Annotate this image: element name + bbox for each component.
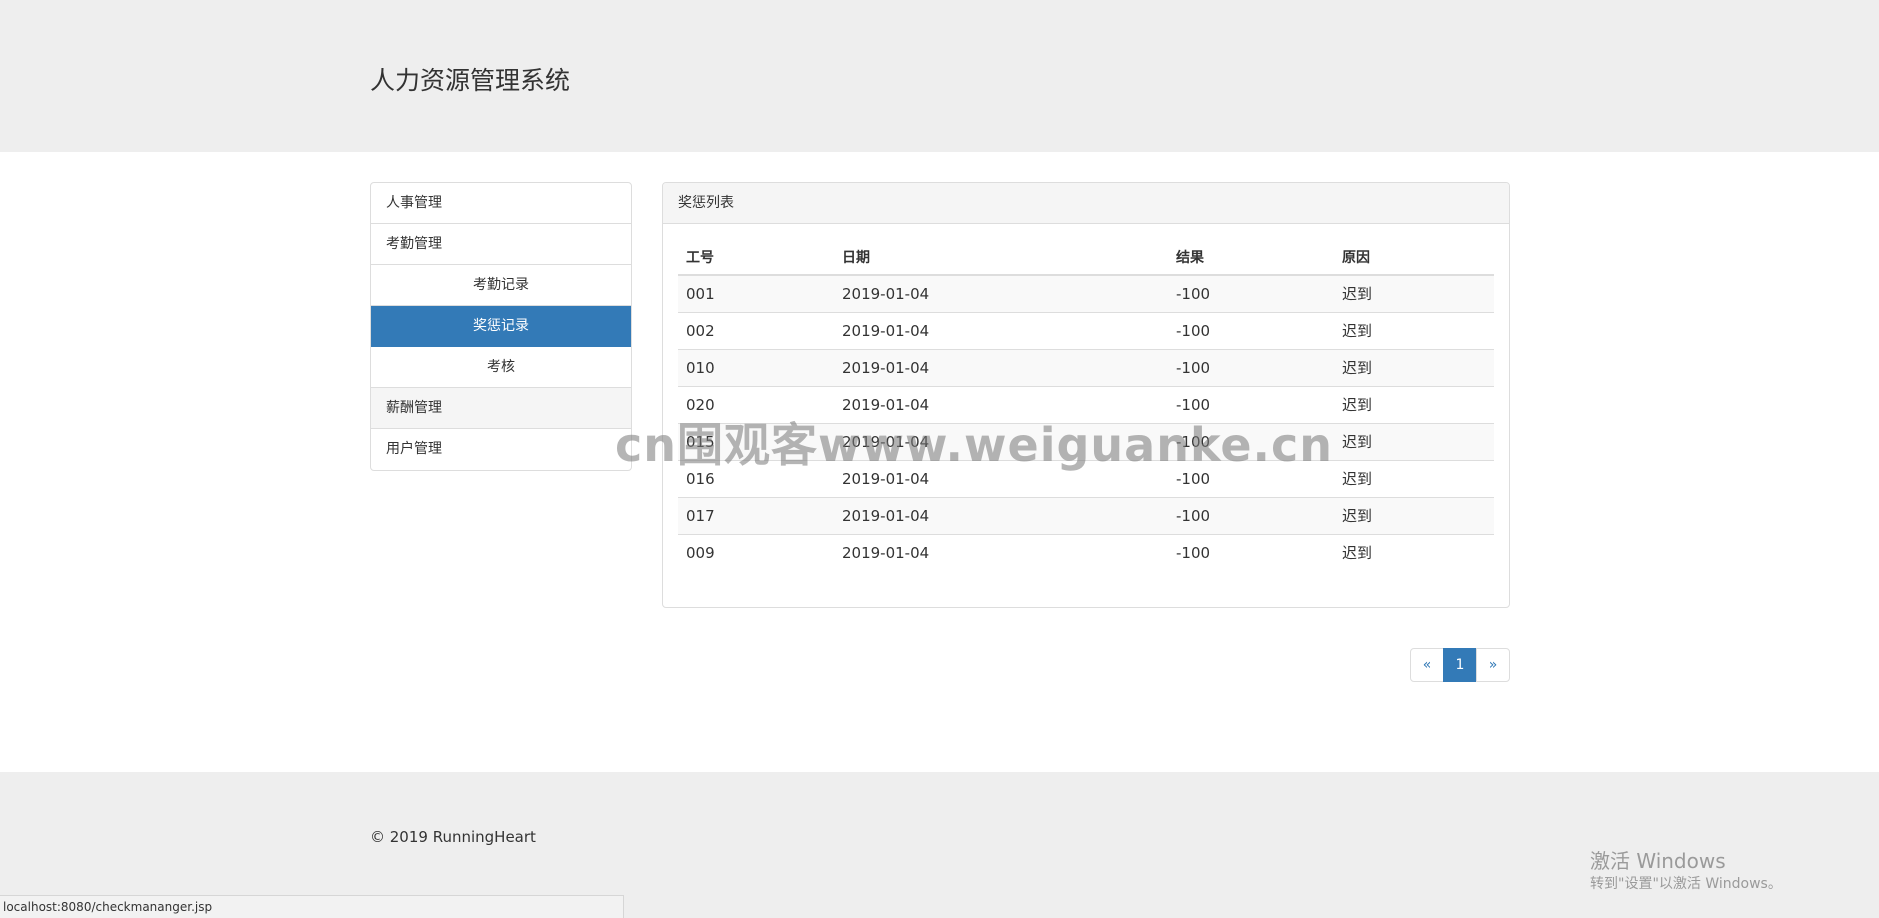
cell-result: -100 (1176, 284, 1211, 303)
cell-date: 2019-01-04 (834, 311, 1168, 349)
cell-result: -100 (1168, 311, 1334, 349)
cell-reason: 迟到 (1334, 348, 1494, 386)
site-title: 人力资源管理系统 (370, 66, 571, 95)
table-row: 010 2019-01-04 -100 迟到 (678, 348, 1494, 386)
column-header-result: 结果 (1168, 239, 1334, 276)
cell-reason: 迟到 (1342, 285, 1373, 304)
cell-id: 009 (678, 533, 834, 571)
cell-reason: 迟到 (1334, 422, 1494, 460)
sidebar-item-attendance[interactable]: 考勤管理 (371, 224, 631, 265)
cell-id: 002 (678, 311, 834, 349)
panel-body: 工号 日期 结果 原因 001 2019-01-04 -100 迟到 002 2… (663, 224, 1509, 586)
table-header-row: 工号 日期 结果 原因 (678, 239, 1494, 276)
cell-date: 2019-01-04 (834, 533, 1168, 571)
table-row: 001 2019-01-04 -100 迟到 (678, 275, 1494, 312)
cell-id: 010 (678, 348, 834, 386)
pagination-prev-button[interactable]: « (1410, 648, 1444, 682)
cell-id: 017 (678, 496, 834, 534)
cell-id: 001 (686, 284, 715, 303)
cell-reason: 迟到 (1334, 459, 1494, 497)
panel-title: 奖惩列表 (663, 183, 1509, 224)
column-header-id: 工号 (678, 239, 834, 276)
cell-date: 2019-01-04 (834, 496, 1168, 534)
cell-result: -100 (1168, 348, 1334, 386)
cell-reason: 迟到 (1334, 533, 1494, 571)
column-header-date: 日期 (834, 239, 1168, 276)
sidebar-item-personnel[interactable]: 人事管理 (371, 183, 631, 224)
sidebar-item-salary[interactable]: 薪酬管理 (371, 388, 631, 429)
copyright-text: © 2019 RunningHeart (370, 828, 536, 846)
cell-reason: 迟到 (1334, 385, 1494, 423)
activation-title: 激活 Windows (1590, 849, 1726, 873)
pagination: « 1 » (1410, 648, 1510, 682)
cell-reason: 迟到 (1334, 496, 1494, 534)
cell-result: -100 (1168, 496, 1334, 534)
column-header-reason: 原因 (1334, 239, 1494, 276)
activation-subtitle: 转到"设置"以激活 Windows。 (1590, 876, 1782, 892)
page-header: 人力资源管理系统 (0, 0, 1879, 152)
sidebar-subitem-attendance-records[interactable]: 考勤记录 (371, 265, 631, 306)
browser-status-bar: localhost:8080/checkmananger.jsp (0, 895, 624, 918)
records-table: 工号 日期 结果 原因 001 2019-01-04 -100 迟到 002 2… (678, 239, 1494, 571)
table-row: 017 2019-01-04 -100 迟到 (678, 496, 1494, 534)
sidebar-subitem-assessment[interactable]: 考核 (371, 347, 631, 388)
sidebar-subitem-reward-punishment[interactable]: 奖惩记录 (371, 306, 631, 347)
sidebar-nav: 人事管理 考勤管理 考勤记录 奖惩记录 考核 薪酬管理 用户管理 (370, 182, 632, 471)
watermark-text: cn围观客www.weiguanke.cn (615, 418, 1334, 472)
cell-reason: 迟到 (1334, 311, 1494, 349)
pagination-page-1[interactable]: 1 (1443, 648, 1477, 682)
sidebar-item-users[interactable]: 用户管理 (371, 429, 631, 470)
windows-activation-notice: 激活 Windows 转到"设置"以激活 Windows。 (1590, 848, 1782, 894)
cell-date: 2019-01-04 (834, 348, 1168, 386)
cell-date: 2019-01-04 (842, 284, 930, 303)
table-row: 002 2019-01-04 -100 迟到 (678, 311, 1494, 349)
pagination-next-button[interactable]: » (1476, 648, 1510, 682)
cell-result: -100 (1168, 533, 1334, 571)
table-row: 009 2019-01-04 -100 迟到 (678, 533, 1494, 571)
reward-punishment-panel: 奖惩列表 工号 日期 结果 原因 001 2019-01-04 -100 迟到 (662, 182, 1510, 608)
